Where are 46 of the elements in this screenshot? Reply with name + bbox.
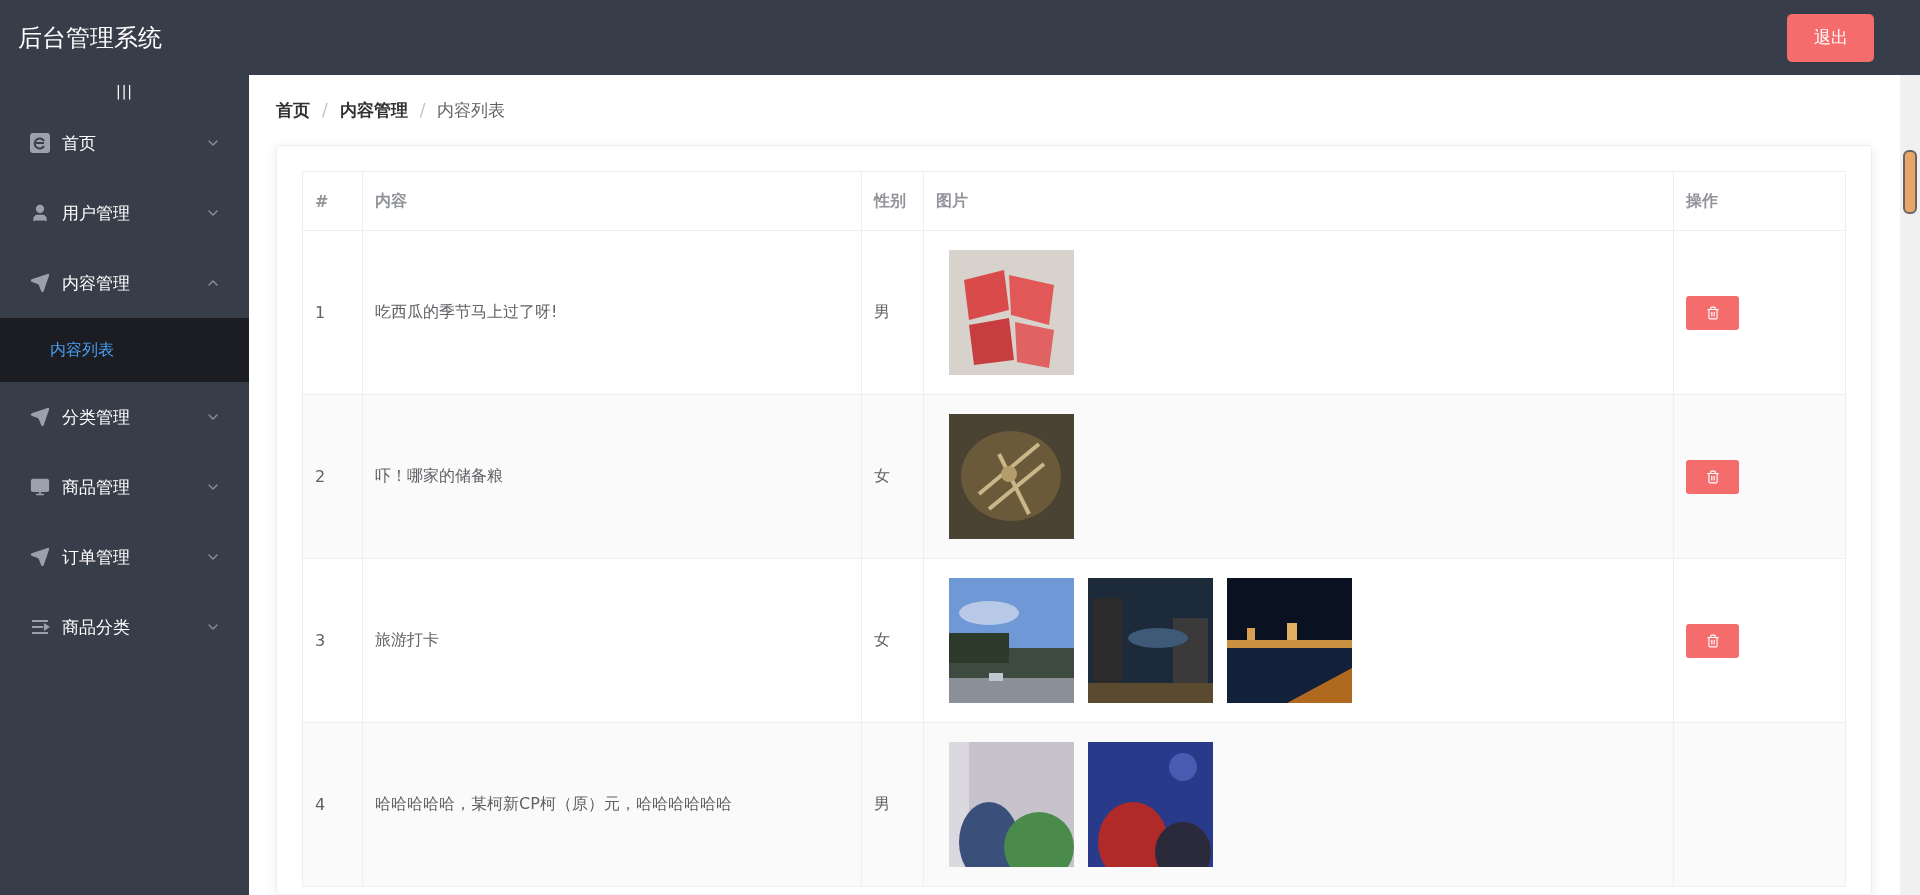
delete-button[interactable] [1686, 623, 1739, 658]
breadcrumb-item: 内容列表 [437, 98, 506, 122]
breadcrumb-item[interactable]: 内容管理 [339, 98, 408, 122]
sidebar-item[interactable]: 订单管理 [0, 522, 249, 592]
scrollbar-thumb[interactable] [1903, 150, 1917, 214]
column-header: # [302, 171, 363, 231]
table-cell: 4 [302, 722, 363, 887]
table-cell: 1 [302, 230, 363, 395]
table-cell: 男 [861, 230, 924, 395]
column-header: 图片 [923, 171, 1674, 231]
column-header: 操作 [1673, 171, 1846, 231]
paper-plane-icon [30, 547, 50, 567]
list-icon [30, 617, 50, 637]
sidebar-item[interactable]: 用户管理 [0, 178, 249, 248]
trash-icon [1705, 305, 1720, 320]
sidebar-item[interactable]: 分类管理 [0, 382, 249, 452]
table-cell: 3 [302, 558, 363, 723]
breadcrumb-separator: / [322, 100, 328, 120]
sidebar-subitem[interactable]: 内容列表 [0, 318, 249, 382]
breadcrumb-item[interactable]: 首页 [276, 98, 310, 122]
menu-toggle[interactable]: ||| [115, 75, 134, 108]
user-icon [30, 203, 50, 223]
app-title: 后台管理系统 [18, 22, 162, 54]
breadcrumb-separator: / [419, 100, 426, 120]
trash-icon [1705, 633, 1720, 648]
monitor-icon [30, 477, 50, 497]
sidebar-item[interactable]: 首页 [0, 108, 249, 178]
table-cell: 哈哈哈哈哈，某柯新CP柯（原）元，哈哈哈哈哈哈 [362, 722, 862, 887]
sidebar-item[interactable]: 商品分类 [0, 592, 249, 662]
sidebar-item[interactable]: 商品管理 [0, 452, 249, 522]
home-icon [30, 133, 50, 153]
table-cell: 旅游打卡 [362, 558, 862, 723]
table-cell: 男 [861, 722, 924, 887]
table-cell: 吓！哪家的储备粮 [362, 394, 862, 559]
table-cell: 女 [861, 558, 924, 723]
table-cell: 2 [302, 394, 363, 559]
delete-button[interactable] [1686, 295, 1739, 330]
paper-plane-icon [30, 407, 50, 427]
delete-button[interactable] [1686, 459, 1739, 494]
column-header: 性别 [861, 171, 924, 231]
table-cell: 女 [861, 394, 924, 559]
sidebar-item[interactable]: 内容管理 [0, 248, 249, 318]
paper-plane-icon [30, 273, 50, 293]
column-header: 内容 [362, 171, 862, 231]
trash-icon [1705, 469, 1720, 484]
table-cell: 吃西瓜的季节马上过了呀! [362, 230, 862, 395]
